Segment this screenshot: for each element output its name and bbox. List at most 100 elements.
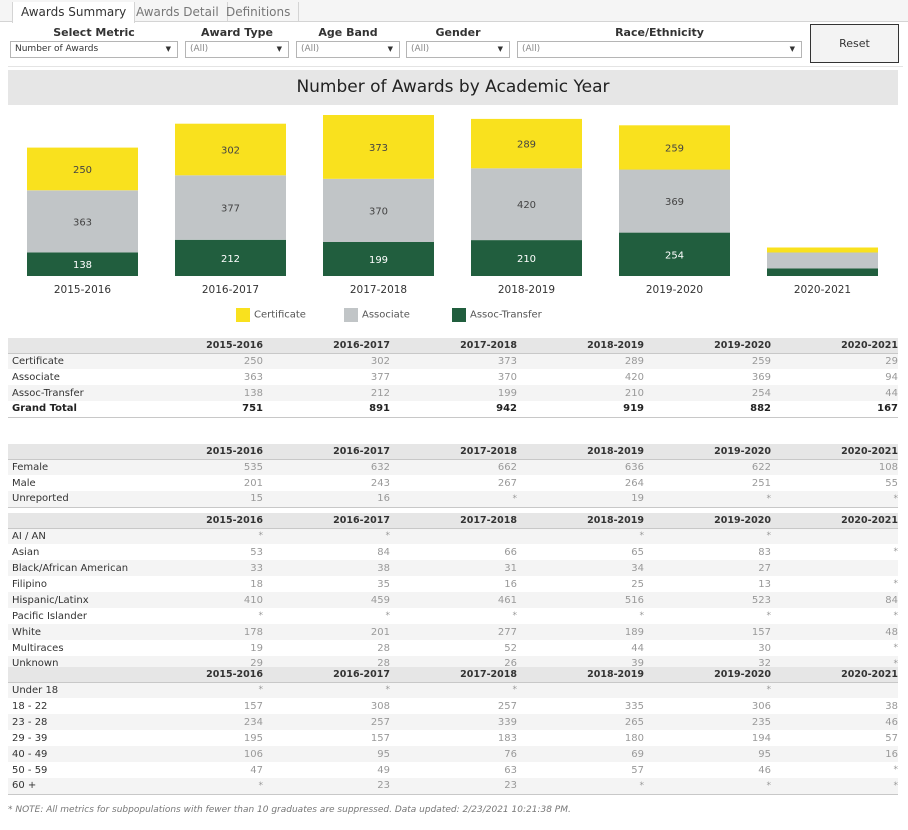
column-header: 2016-2017 — [263, 513, 390, 529]
stacked-bar-chart: 138 363 250 2015-2016 212 377 302 2016-2017 199 3… — [27, 115, 878, 296]
race-ethnicity-dropdown[interactable]: (All) ▼ — [517, 41, 802, 58]
tab-awards-summary[interactable]: Awards Summary — [12, 2, 136, 23]
x-tick-label: 2018-2019 — [498, 284, 555, 296]
table-cell: 632 — [263, 459, 390, 475]
column-header: 2018-2019 — [517, 444, 644, 460]
data-label: 373 — [369, 143, 388, 154]
table-cell: 363 — [243, 371, 263, 383]
table-row: Female 535 632 662 636 622 108 — [8, 459, 898, 475]
table-cell: 138 — [136, 385, 263, 401]
chevron-down-icon: ▼ — [387, 45, 393, 53]
table-cell: 25 — [631, 578, 644, 590]
table-cell: 267 — [497, 477, 517, 489]
table-cell: 201 — [243, 477, 263, 489]
row-label: Assoc-Transfer — [8, 385, 136, 401]
header-corner — [8, 513, 136, 529]
table-cell: 23 — [263, 778, 390, 795]
x-tick-label: 2017-2018 — [350, 284, 407, 296]
table-cell: 48 — [771, 624, 898, 640]
reset-button[interactable]: Reset — [810, 24, 899, 63]
table-cell: 95 — [644, 746, 771, 762]
data-label: 212 — [221, 254, 240, 265]
row-label: Certificate — [8, 353, 136, 369]
table-cell: * — [893, 579, 899, 589]
table-cell: 65 — [631, 546, 644, 558]
table-row: Certificate 250 302 373 289 259 29 — [8, 353, 898, 369]
legend-item-assoc-transfer[interactable]: Assoc-Transfer — [452, 308, 542, 322]
table-cell: 254 — [644, 385, 771, 401]
table-cell: 29 — [771, 353, 898, 369]
table-cell: 53 — [250, 546, 263, 558]
table-cell: * — [517, 528, 644, 544]
table-cell — [771, 682, 898, 698]
table-cell: 420 — [624, 371, 644, 383]
column-header: 2016-2017 — [263, 667, 390, 683]
table-cell: * — [258, 611, 264, 621]
table-cell: 38 — [263, 560, 390, 576]
bar-segment-associate[interactable] — [767, 252, 878, 269]
legend-item-associate[interactable]: Associate — [344, 308, 410, 322]
divider — [8, 66, 903, 67]
table-cell: 55 — [885, 477, 898, 489]
table-cell: 52 — [504, 642, 517, 654]
row-label: White — [8, 624, 136, 640]
chevron-down-icon: ▼ — [276, 45, 282, 53]
data-label: 369 — [665, 197, 684, 208]
column-header: 2018-2019 — [517, 667, 644, 683]
table-row: AI / AN * * * * — [8, 528, 898, 544]
header-corner — [8, 338, 136, 354]
table-cell: * — [390, 682, 517, 698]
table-cell — [517, 682, 644, 698]
table-cell: 66 — [504, 546, 517, 558]
column-header: 2015-2016 — [136, 444, 263, 460]
table-cell: 235 — [644, 714, 771, 730]
chart-title: Number of Awards by Academic Year — [8, 70, 898, 105]
gender-dropdown[interactable]: (All) ▼ — [406, 41, 510, 58]
table-cell: * — [517, 778, 644, 795]
legend-item-certificate[interactable]: Certificate — [236, 308, 306, 322]
bar-segment-assoc-transfer[interactable] — [767, 268, 878, 277]
x-tick-label: 2019-2020 — [646, 284, 703, 296]
award-type-dropdown[interactable]: (All) ▼ — [185, 41, 289, 58]
table-cell: 265 — [517, 714, 644, 730]
chevron-down-icon: ▼ — [165, 45, 171, 53]
table-row: Grand Total 751 891 942 919 882 167 — [8, 401, 898, 418]
row-label: 23 - 28 — [8, 714, 136, 730]
row-label: Black/African American — [8, 560, 136, 576]
gender-label: Gender — [435, 26, 481, 39]
table-cell: 15 — [136, 491, 263, 508]
row-label: Filipino — [12, 578, 47, 590]
table-cell: 461 — [390, 592, 517, 608]
x-tick-label: 2020-2021 — [794, 284, 851, 296]
legend-swatch-certificate — [236, 308, 250, 322]
column-header: 2018-2019 — [517, 513, 644, 529]
select-metric-dropdown[interactable]: Number of Awards ▼ — [10, 41, 178, 58]
table-cell: 264 — [624, 477, 644, 489]
table-cell: 23 — [390, 778, 517, 795]
row-label: 18 - 22 — [12, 700, 48, 712]
table-cell — [771, 560, 898, 576]
age-band-dropdown[interactable]: (All) ▼ — [296, 41, 400, 58]
row-label: Asian — [12, 546, 40, 558]
column-header: 2016-2017 — [263, 338, 390, 354]
data-label: 199 — [369, 255, 388, 266]
table-row: 50 - 59 47 49 63 57 46 * — [8, 762, 898, 778]
column-header: 2017-2018 — [390, 444, 517, 460]
table-cell: 251 — [751, 477, 771, 489]
table-cell: * — [136, 682, 263, 698]
row-label: Male — [12, 477, 36, 489]
tab-awards-detail[interactable]: Awards Detail — [128, 2, 228, 22]
table-cell: 94 — [885, 371, 898, 383]
table-cell: 19 — [250, 642, 263, 654]
table-cell: * — [385, 611, 391, 621]
table-cell: 33 — [136, 560, 263, 576]
bar-segment-certificate[interactable] — [767, 247, 878, 253]
table-cell: 410 — [136, 592, 263, 608]
tab-definitions[interactable]: Definitions — [218, 2, 300, 22]
row-label: 40 - 49 — [8, 746, 136, 762]
table-cell: 106 — [136, 746, 263, 762]
table-row: 40 - 49 106 95 76 69 95 16 — [8, 746, 898, 762]
table-cell: 289 — [517, 353, 644, 369]
table-cell: 234 — [136, 714, 263, 730]
legend-swatch-assoc-transfer — [452, 308, 466, 322]
